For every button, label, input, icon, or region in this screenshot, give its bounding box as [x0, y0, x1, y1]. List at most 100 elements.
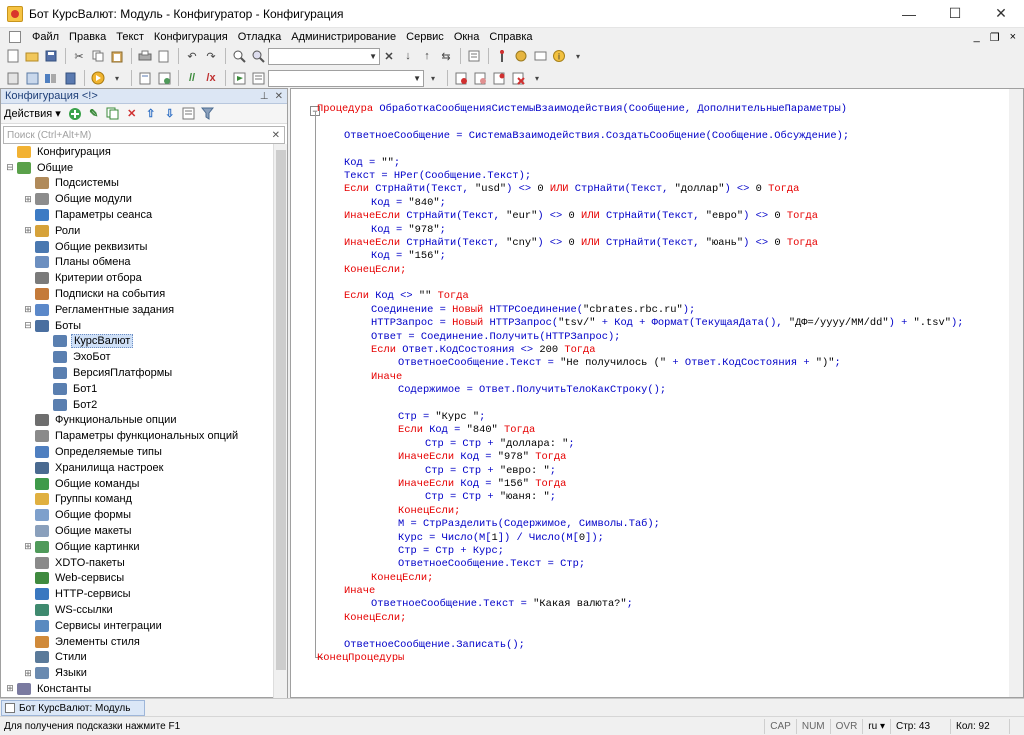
save-icon[interactable]: [42, 47, 60, 65]
code-line[interactable]: ИначеЕсли СтрНайти(Текст, "eur") <> 0 ИЛ…: [309, 210, 1009, 223]
edit-icon[interactable]: ✎: [86, 106, 102, 122]
code-line[interactable]: ОтветноеСообщение.Записать();: [309, 639, 1009, 652]
go-to-definition-icon[interactable]: [230, 69, 248, 87]
clear-breakpoints-icon[interactable]: [509, 69, 527, 87]
add-icon[interactable]: [67, 106, 83, 122]
new-icon[interactable]: [4, 47, 22, 65]
code-line[interactable]: ИначеЕсли Код = "156" Тогда: [309, 478, 1009, 491]
menu-service[interactable]: Сервис: [401, 31, 449, 43]
tree-item[interactable]: WS-ссылки: [1, 602, 273, 618]
code-line[interactable]: ОтветноеСообщение = СистемаВзаимодействи…: [309, 130, 1009, 143]
comment-icon[interactable]: //: [183, 69, 201, 87]
open-config-icon[interactable]: [23, 69, 41, 87]
debug-tools-icon[interactable]: [512, 47, 530, 65]
sort-icon[interactable]: [181, 106, 197, 122]
start-debugging-icon[interactable]: [89, 69, 107, 87]
tree-item[interactable]: Стили: [1, 650, 273, 666]
database-icon[interactable]: [61, 69, 79, 87]
copy-item-icon[interactable]: [105, 106, 121, 122]
close-button[interactable]: ✕: [978, 0, 1024, 28]
tree-item[interactable]: Критерии отбора: [1, 270, 273, 286]
tree-item[interactable]: Web-сервисы: [1, 571, 273, 587]
document-icon[interactable]: [9, 31, 21, 43]
copy-icon[interactable]: [89, 47, 107, 65]
undo-icon[interactable]: ↶: [183, 47, 201, 65]
breakpoint-list-icon[interactable]: [490, 69, 508, 87]
find-in-file-icon[interactable]: [230, 47, 248, 65]
code-line[interactable]: КонецЕсли;: [309, 264, 1009, 277]
procedure-combo[interactable]: ▼: [268, 69, 424, 87]
format-icon[interactable]: [531, 47, 549, 65]
expand-icon[interactable]: ⊞: [23, 194, 33, 204]
redo-icon[interactable]: ↷: [202, 47, 220, 65]
editor-scrollbar[interactable]: [1009, 89, 1023, 697]
tree-item[interactable]: HTTP-сервисы: [1, 586, 273, 602]
expand-icon[interactable]: ⊞: [23, 304, 33, 315]
window-list-icon[interactable]: [465, 47, 483, 65]
code-line[interactable]: Иначе: [309, 585, 1009, 598]
minimize-button[interactable]: —: [886, 0, 932, 28]
language-selector[interactable]: ru ▾: [862, 718, 890, 734]
code-line[interactable]: [309, 625, 1009, 638]
code-line[interactable]: [309, 398, 1009, 411]
tree-item[interactable]: КурсВалют: [1, 334, 273, 350]
menu-help[interactable]: Справка: [484, 31, 537, 43]
clear-search-icon[interactable]: ✕: [380, 47, 398, 65]
mdi-close-button[interactable]: ×: [1010, 31, 1016, 44]
tree-item[interactable]: Параметры сеанса: [1, 207, 273, 223]
find-replace-icon[interactable]: ⇆: [437, 47, 455, 65]
paste-icon[interactable]: [108, 47, 126, 65]
tree-item[interactable]: ⊟ Боты: [1, 318, 273, 334]
tree-item[interactable]: ВерсияПлатформы: [1, 365, 273, 381]
tree-item[interactable]: Общие формы: [1, 507, 273, 523]
tree-item[interactable]: ⊞ Языки: [1, 665, 273, 681]
tree-item[interactable]: ⊟ Общие: [1, 160, 273, 176]
code-line[interactable]: Курс = Число(М[1]) / Число(М[0]);: [309, 532, 1009, 545]
config-tree-icon[interactable]: [4, 69, 22, 87]
tree-scrollbar[interactable]: [273, 144, 287, 698]
expand-icon[interactable]: ⊞: [23, 541, 33, 552]
code-line[interactable]: ОтветноеСообщение.Текст = "Какая валюта?…: [309, 598, 1009, 611]
module-editor[interactable]: − Процедура ОбработкаСообщенияСистемыВза…: [290, 88, 1024, 698]
code-line[interactable]: [309, 277, 1009, 290]
tree-item[interactable]: Определяемые типы: [1, 444, 273, 460]
procedure-go-icon[interactable]: ▾: [424, 69, 442, 87]
mdi-minimize-button[interactable]: _: [974, 31, 980, 44]
menu-configuration[interactable]: Конфигурация: [149, 31, 233, 43]
tree-item[interactable]: Хранилища настроек: [1, 460, 273, 476]
breakpoints-dropdown-icon[interactable]: ▾: [528, 69, 546, 87]
tree-scrollbar-thumb[interactable]: [276, 150, 286, 670]
code-line[interactable]: [309, 143, 1009, 156]
menu-edit[interactable]: Правка: [64, 31, 111, 43]
code-line[interactable]: Процедура ОбработкаСообщенияСистемыВзаим…: [309, 103, 1009, 116]
tree-item[interactable]: ⊞ Константы: [1, 681, 273, 697]
code-line[interactable]: Стр = Стр + Курс;: [309, 545, 1009, 558]
disable-breakpoint-icon[interactable]: [471, 69, 489, 87]
mdi-restore-button[interactable]: ❐: [990, 31, 1000, 44]
code-line[interactable]: Если СтрНайти(Текст, "usd") <> 0 ИЛИ Стр…: [309, 183, 1009, 196]
print-icon[interactable]: [136, 47, 154, 65]
info-icon[interactable]: i: [550, 47, 568, 65]
move-down-icon[interactable]: ⇩: [162, 106, 178, 122]
code-line[interactable]: Код = "840";: [309, 197, 1009, 210]
collapse-icon[interactable]: ⊟: [5, 162, 15, 173]
code-line[interactable]: М = СтрРазделить(Содержимое, Символы.Таб…: [309, 518, 1009, 531]
code-line[interactable]: Стр = Стр + "юаня: ";: [309, 491, 1009, 504]
code-line[interactable]: Код = "156";: [309, 250, 1009, 263]
tree-item[interactable]: Бот2: [1, 397, 273, 413]
code-line[interactable]: ИначеЕсли Код = "978" Тогда: [309, 451, 1009, 464]
tree-item[interactable]: XDTO-пакеты: [1, 555, 273, 571]
code-line[interactable]: Код = "978";: [309, 224, 1009, 237]
tree-item[interactable]: Общие команды: [1, 476, 273, 492]
code-text[interactable]: Процедура ОбработкаСообщенияСистемыВзаим…: [309, 103, 1009, 665]
code-line[interactable]: ОтветноеСообщение.Текст = Стр;: [309, 558, 1009, 571]
tree-item[interactable]: Элементы стиля: [1, 634, 273, 650]
tree-item[interactable]: Бот1: [1, 381, 273, 397]
more-dropdown-icon[interactable]: ▾: [569, 47, 587, 65]
expand-icon[interactable]: ⊞: [23, 668, 33, 678]
clear-search-icon[interactable]: ✕: [272, 130, 284, 141]
code-line[interactable]: Текст = НРег(Сообщение.Текст);: [309, 170, 1009, 183]
code-line[interactable]: Ответ = Соединение.Получить(HTTPЗапрос);: [309, 331, 1009, 344]
panel-close-icon[interactable]: ✕: [275, 91, 283, 102]
menu-debug[interactable]: Отладка: [233, 31, 286, 43]
